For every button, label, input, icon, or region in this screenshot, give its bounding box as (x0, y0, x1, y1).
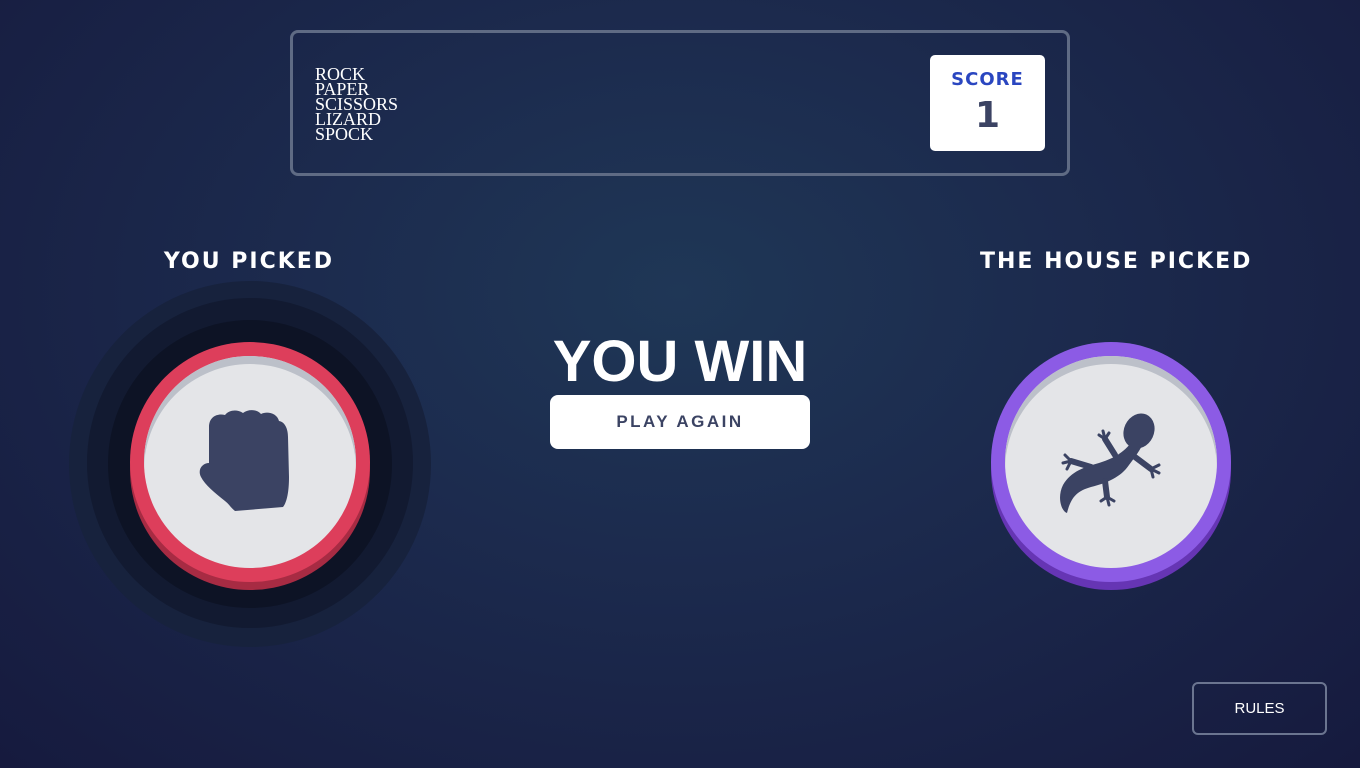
score-box: SCORE 1 (930, 55, 1045, 151)
score-label: SCORE (951, 69, 1024, 90)
rules-button[interactable]: RULES (1192, 682, 1327, 735)
house-picked-label: THE HOUSE PICKED (980, 249, 1253, 274)
scoreboard-header: ROCK PAPER SCISSORS LIZARD SPOCK SCORE 1 (290, 30, 1070, 176)
result-text: YOU WIN (552, 329, 808, 394)
player-rock-token (130, 342, 370, 582)
game-title: ROCK PAPER SCISSORS LIZARD SPOCK (315, 65, 398, 144)
rock-fist-icon (199, 410, 289, 511)
lizard-icon (1060, 413, 1161, 513)
title-line-spock: SPOCK (315, 124, 374, 144)
score-value: 1 (974, 95, 1001, 136)
you-picked-label: YOU PICKED (163, 249, 335, 274)
house-lizard-token (991, 342, 1231, 582)
play-again-button[interactable]: PLAY AGAIN (550, 395, 810, 449)
